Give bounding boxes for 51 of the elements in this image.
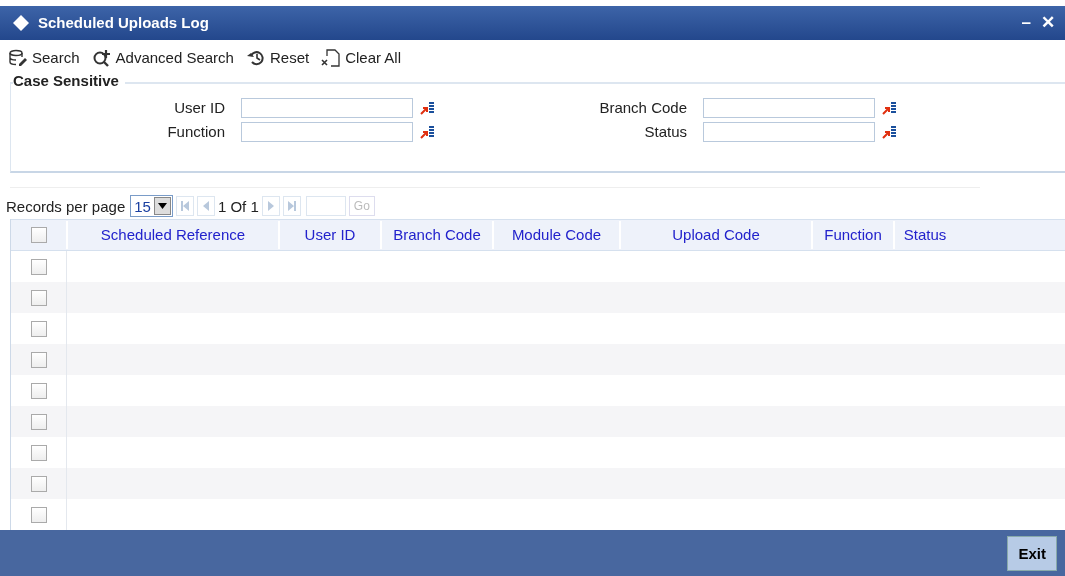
field-label: User ID <box>173 99 226 117</box>
exit-button[interactable]: Exit <box>1007 535 1057 571</box>
column-header[interactable]: Upload Code <box>619 221 811 250</box>
row-checkbox[interactable] <box>30 320 47 337</box>
input-field[interactable] <box>703 121 875 142</box>
row-checkbox[interactable] <box>30 289 47 306</box>
last-page-button[interactable] <box>282 196 301 217</box>
reset-button[interactable]: Reset <box>245 48 310 67</box>
field-label: Status <box>643 123 688 141</box>
column-header[interactable]: Branch Code <box>380 221 492 250</box>
clear-button[interactable]: Clear All <box>321 47 401 68</box>
column-header[interactable]: Scheduled Reference <box>66 221 278 250</box>
first-page-button[interactable] <box>175 196 194 217</box>
window-title: Scheduled Uploads Log <box>38 14 209 32</box>
row-checkbox[interactable] <box>30 351 47 368</box>
input-field[interactable] <box>241 121 413 142</box>
column-header[interactable]: Module Code <box>492 221 619 250</box>
minimize-button[interactable]: – <box>1019 12 1033 34</box>
search-button[interactable]: Search <box>8 48 80 67</box>
column-header[interactable]: Function <box>811 221 893 250</box>
close-button[interactable]: ✕ <box>1039 12 1057 34</box>
records-label: Records per page <box>6 197 126 215</box>
advanced-button[interactable]: Advanced Search <box>91 48 234 67</box>
last-page-icon <box>286 201 297 212</box>
caret-icon <box>157 203 167 210</box>
clear-document-icon <box>321 47 342 68</box>
page-info: 1 Of 1 <box>217 197 259 215</box>
search-plus-icon <box>91 48 112 67</box>
next-icon <box>266 201 275 212</box>
input-field[interactable] <box>703 97 875 118</box>
first-page-icon <box>179 201 190 212</box>
select-all-checkbox[interactable] <box>30 227 47 244</box>
next-page-button[interactable] <box>261 196 280 217</box>
column-header[interactable]: User ID <box>278 221 380 250</box>
field-label: Branch Code <box>598 99 688 117</box>
row-checkbox[interactable] <box>30 413 47 430</box>
page-input[interactable] <box>305 196 346 217</box>
row-checkbox[interactable] <box>30 475 47 492</box>
row-checkbox[interactable] <box>30 258 47 275</box>
per-page-select[interactable]: 15 <box>130 195 173 218</box>
row-checkbox[interactable] <box>30 444 47 461</box>
row-checkbox[interactable] <box>30 382 47 399</box>
previous-icon <box>201 201 210 212</box>
database-edit-icon <box>8 48 28 67</box>
column-header[interactable]: Status <box>893 221 955 250</box>
field-label: Function <box>166 123 226 141</box>
previous-page-button[interactable] <box>196 196 215 217</box>
history-icon <box>245 48 266 67</box>
input-field[interactable] <box>241 97 413 118</box>
diamond-icon <box>12 13 30 32</box>
row-checkbox[interactable] <box>30 506 47 523</box>
